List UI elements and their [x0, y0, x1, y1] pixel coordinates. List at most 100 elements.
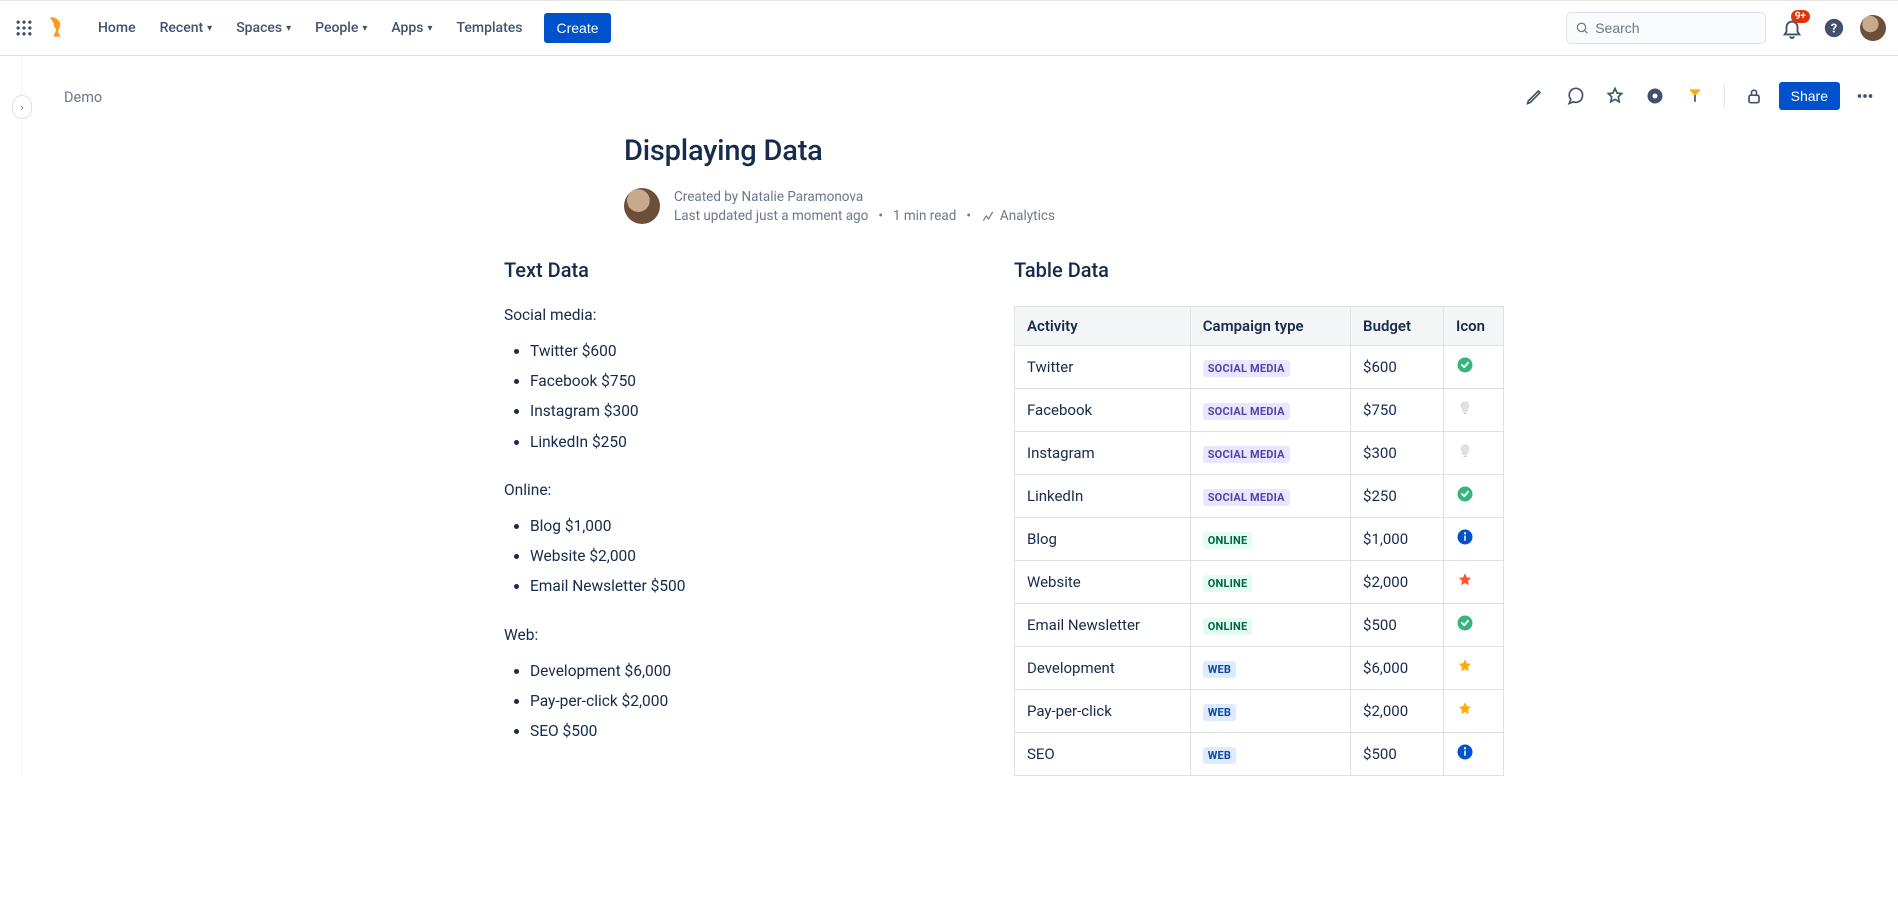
product-logo[interactable] — [44, 15, 70, 41]
nav-recent-label: Recent — [160, 20, 204, 36]
chevron-down-icon: ▾ — [207, 23, 212, 34]
nav-home[interactable]: Home — [88, 14, 146, 42]
page-header: Demo Share — [64, 56, 1898, 110]
table-header-cell: Icon — [1444, 307, 1504, 346]
page-content: Displaying Data Created by Natalie Param… — [624, 134, 1664, 776]
profile-avatar[interactable] — [1860, 15, 1886, 41]
nav-templates[interactable]: Templates — [447, 14, 533, 42]
search-input[interactable] — [1595, 20, 1757, 36]
watch-button[interactable] — [1640, 81, 1670, 111]
lock-icon — [1744, 86, 1764, 106]
more-actions-button[interactable] — [1850, 81, 1880, 111]
table-row: LinkedInSOCIAL MEDIA$250 — [1015, 475, 1504, 518]
nav-people[interactable]: People▾ — [305, 14, 377, 42]
notifications-button[interactable]: 9+ — [1776, 12, 1808, 44]
nav-recent[interactable]: Recent▾ — [150, 14, 223, 42]
search-box[interactable] — [1566, 12, 1766, 44]
breadcrumb[interactable]: Demo — [64, 61, 102, 106]
edit-button[interactable] — [1520, 81, 1550, 111]
restrictions-button[interactable] — [1739, 81, 1769, 111]
text-group-list: Blog $1,000Website $2,000Email Newslette… — [504, 511, 944, 602]
icon-cell — [1444, 475, 1504, 518]
sidebar-collapsed — [0, 56, 22, 776]
budget-cell: $600 — [1351, 346, 1444, 389]
text-data-heading: Text Data — [504, 258, 944, 282]
info-icon — [1456, 743, 1474, 761]
star-button[interactable] — [1600, 81, 1630, 111]
comments-button[interactable] — [1560, 81, 1590, 111]
campaign-cell: WEB — [1190, 690, 1350, 733]
budget-cell: $2,000 — [1351, 561, 1444, 604]
campaign-cell: WEB — [1190, 647, 1350, 690]
comment-icon — [1565, 86, 1585, 106]
pencil-icon — [1525, 86, 1545, 106]
campaign-lozenge: SOCIAL MEDIA — [1203, 446, 1290, 463]
list-item: Twitter $600 — [530, 336, 944, 366]
check-icon — [1456, 485, 1474, 503]
presenter-button[interactable] — [1680, 81, 1710, 111]
table-data-heading: Table Data — [1014, 258, 1664, 282]
list-item: Instagram $300 — [530, 396, 944, 426]
budget-cell: $750 — [1351, 389, 1444, 432]
created-by-prefix: Created by — [674, 189, 742, 205]
author-avatar[interactable] — [624, 188, 660, 224]
star-red-icon — [1456, 571, 1474, 589]
budget-cell: $500 — [1351, 604, 1444, 647]
activity-cell: SEO — [1015, 733, 1191, 776]
table-row: DevelopmentWEB$6,000 — [1015, 647, 1504, 690]
text-group-label: Web: — [504, 626, 944, 644]
table-header-cell: Campaign type — [1190, 307, 1350, 346]
nav-templates-label: Templates — [457, 20, 523, 36]
activity-cell: LinkedIn — [1015, 475, 1191, 518]
text-group-label: Social media: — [504, 306, 944, 324]
campaign-cell: SOCIAL MEDIA — [1190, 475, 1350, 518]
nav-apps-label: Apps — [391, 20, 423, 36]
last-updated[interactable]: Last updated just a moment ago — [674, 208, 868, 224]
help-button[interactable]: ? — [1818, 12, 1850, 44]
presenter-icon — [1685, 86, 1705, 106]
budget-cell: $250 — [1351, 475, 1444, 518]
info-icon — [1456, 528, 1474, 546]
separator-dot: • — [966, 208, 971, 224]
campaign-cell: SOCIAL MEDIA — [1190, 432, 1350, 475]
table-row: SEOWEB$500 — [1015, 733, 1504, 776]
share-button[interactable]: Share — [1779, 82, 1840, 110]
chevron-down-icon: ▾ — [286, 23, 291, 34]
campaign-lozenge: WEB — [1203, 661, 1236, 678]
campaign-lozenge: SOCIAL MEDIA — [1203, 360, 1290, 377]
campaign-cell: SOCIAL MEDIA — [1190, 346, 1350, 389]
byline: Created by Natalie Paramonova Last updat… — [624, 188, 1664, 224]
campaign-lozenge: SOCIAL MEDIA — [1203, 403, 1290, 420]
chevron-down-icon: ▾ — [362, 23, 367, 34]
notification-badge: 9+ — [1791, 10, 1810, 23]
separator — [1724, 85, 1725, 107]
campaign-lozenge: WEB — [1203, 747, 1236, 764]
text-data-section: Text Data Social media:Twitter $600Faceb… — [504, 258, 944, 776]
eye-icon — [1645, 86, 1665, 106]
chevron-down-icon: ▾ — [428, 23, 433, 34]
list-item: Pay-per-click $2,000 — [530, 686, 944, 716]
analytics-link[interactable]: Analytics — [981, 208, 1055, 224]
icon-cell — [1444, 432, 1504, 475]
table-row: InstagramSOCIAL MEDIA$300 — [1015, 432, 1504, 475]
list-item: Website $2,000 — [530, 541, 944, 571]
icon-cell — [1444, 518, 1504, 561]
budget-cell: $6,000 — [1351, 647, 1444, 690]
data-table: ActivityCampaign typeBudgetIcon TwitterS… — [1014, 306, 1504, 776]
sidebar-expand-handle[interactable]: › — [12, 95, 32, 119]
dots-horizontal-icon — [1854, 85, 1876, 107]
author-name[interactable]: Natalie Paramonova — [742, 189, 864, 205]
star-yellow-icon — [1456, 657, 1474, 675]
nav-right: 9+ ? — [1566, 12, 1886, 44]
nav-apps[interactable]: Apps ▾ — [381, 14, 442, 42]
created-by: Created by Natalie Paramonova — [674, 189, 1055, 205]
campaign-cell: ONLINE — [1190, 518, 1350, 561]
create-button[interactable]: Create — [544, 13, 610, 43]
icon-cell — [1444, 690, 1504, 733]
nav-spaces[interactable]: Spaces▾ — [226, 14, 301, 42]
activity-cell: Blog — [1015, 518, 1191, 561]
app-switcher-icon[interactable] — [12, 16, 36, 40]
campaign-cell: WEB — [1190, 733, 1350, 776]
table-data-section: Table Data ActivityCampaign typeBudgetIc… — [1014, 258, 1664, 776]
activity-cell: Twitter — [1015, 346, 1191, 389]
